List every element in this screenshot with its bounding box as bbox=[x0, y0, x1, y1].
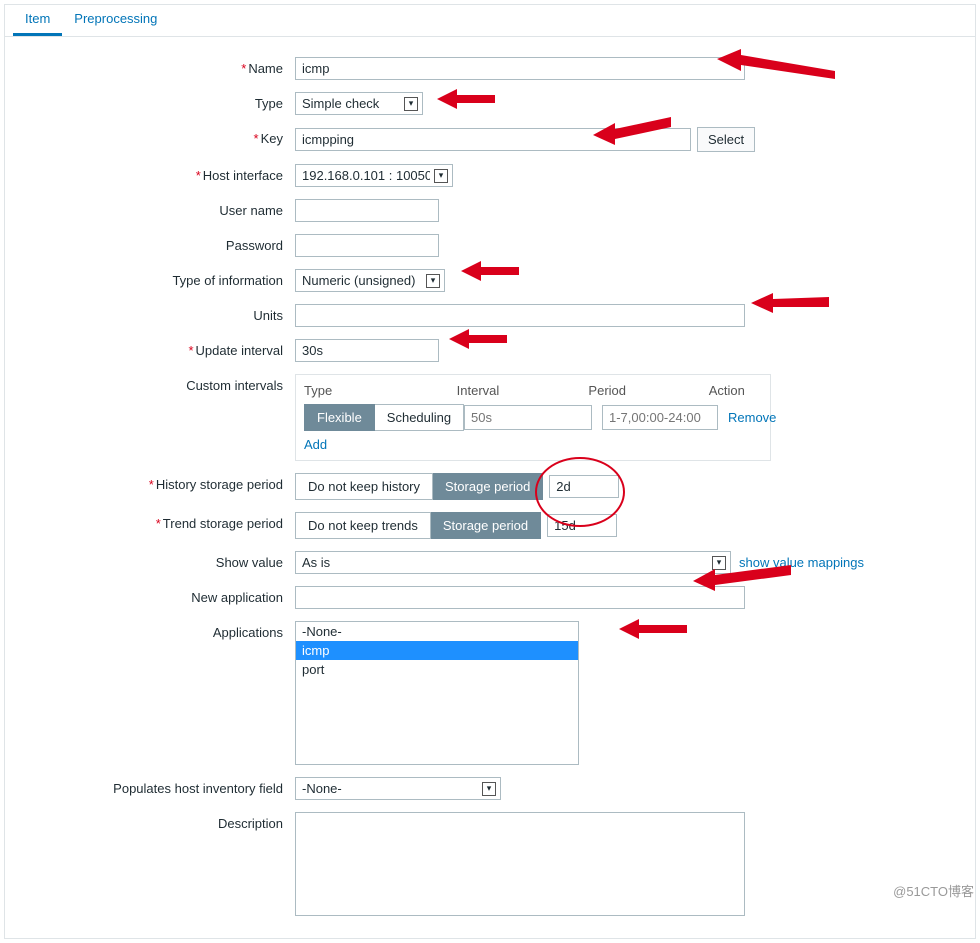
type-of-info-value: Numeric (unsigned) bbox=[302, 273, 422, 288]
ci-seg-flexible[interactable]: Flexible bbox=[304, 404, 375, 431]
tab-item[interactable]: Item bbox=[13, 3, 62, 36]
label-description: Description bbox=[15, 812, 295, 831]
ci-header-period: Period bbox=[588, 383, 698, 398]
label-user-name: User name bbox=[15, 199, 295, 218]
inventory-select[interactable]: -None- ▾ bbox=[295, 777, 501, 800]
ci-header-type: Type bbox=[304, 383, 447, 398]
label-new-application: New application bbox=[15, 586, 295, 605]
label-custom-intervals: Custom intervals bbox=[15, 374, 295, 393]
history-seg-storage[interactable]: Storage period bbox=[433, 473, 543, 500]
label-type-of-info: Type of information bbox=[15, 269, 295, 288]
item-form: *Name Type Simple check ▾ *Key Select bbox=[5, 37, 975, 938]
trend-value-input[interactable] bbox=[547, 514, 617, 537]
label-history-storage: *History storage period bbox=[15, 473, 295, 492]
password-input[interactable] bbox=[295, 234, 439, 257]
history-seg-donotkeep[interactable]: Do not keep history bbox=[295, 473, 433, 500]
label-update-interval: *Update interval bbox=[15, 339, 295, 358]
units-input[interactable] bbox=[295, 304, 745, 327]
label-trend-storage: *Trend storage period bbox=[15, 512, 295, 531]
applications-item[interactable]: -None- bbox=[296, 622, 578, 641]
label-inventory: Populates host inventory field bbox=[15, 777, 295, 796]
description-textarea[interactable] bbox=[295, 812, 745, 916]
trend-seg-storage[interactable]: Storage period bbox=[431, 512, 541, 539]
trend-segments: Do not keep trends Storage period bbox=[295, 512, 541, 539]
show-value-select[interactable]: As is ▾ bbox=[295, 551, 731, 574]
chevron-down-icon: ▾ bbox=[404, 97, 418, 111]
type-select-value: Simple check bbox=[302, 96, 400, 111]
ci-remove-link[interactable]: Remove bbox=[728, 410, 776, 425]
chevron-down-icon: ▾ bbox=[482, 782, 496, 796]
ci-header-interval: Interval bbox=[457, 383, 579, 398]
key-input[interactable] bbox=[295, 128, 691, 151]
chevron-down-icon: ▾ bbox=[712, 556, 726, 570]
label-name: *Name bbox=[15, 57, 295, 76]
label-host-interface: *Host interface bbox=[15, 164, 295, 183]
host-interface-value: 192.168.0.101 : 10050 bbox=[302, 168, 430, 183]
ci-interval-input[interactable] bbox=[464, 405, 592, 430]
type-select[interactable]: Simple check ▾ bbox=[295, 92, 423, 115]
label-units: Units bbox=[15, 304, 295, 323]
custom-intervals-box: Type Interval Period Action Flexible Sch… bbox=[295, 374, 771, 461]
user-name-input[interactable] bbox=[295, 199, 439, 222]
show-value-mappings-link[interactable]: show value mappings bbox=[739, 555, 864, 570]
chevron-down-icon: ▾ bbox=[426, 274, 440, 288]
label-applications: Applications bbox=[15, 621, 295, 640]
label-type: Type bbox=[15, 92, 295, 111]
show-value-value: As is bbox=[302, 555, 708, 570]
applications-item[interactable]: port bbox=[296, 660, 578, 679]
key-select-button[interactable]: Select bbox=[697, 127, 755, 152]
history-value-input[interactable] bbox=[549, 475, 619, 498]
host-interface-select[interactable]: 192.168.0.101 : 10050 ▾ bbox=[295, 164, 453, 187]
new-application-input[interactable] bbox=[295, 586, 745, 609]
applications-list[interactable]: -None-icmpport bbox=[295, 621, 579, 765]
tab-preprocessing[interactable]: Preprocessing bbox=[62, 3, 169, 36]
ci-seg-scheduling[interactable]: Scheduling bbox=[375, 404, 464, 431]
ci-header-action: Action bbox=[709, 383, 762, 398]
ci-type-segments: Flexible Scheduling bbox=[304, 404, 464, 431]
history-segments: Do not keep history Storage period bbox=[295, 473, 543, 500]
ci-add-link[interactable]: Add bbox=[304, 437, 327, 452]
tabs: Item Preprocessing bbox=[5, 5, 975, 37]
applications-item[interactable]: icmp bbox=[296, 641, 578, 660]
ci-period-input[interactable] bbox=[602, 405, 718, 430]
label-key: *Key bbox=[15, 127, 295, 146]
name-input[interactable] bbox=[295, 57, 745, 80]
update-interval-input[interactable] bbox=[295, 339, 439, 362]
inventory-value: -None- bbox=[302, 781, 478, 796]
type-of-info-select[interactable]: Numeric (unsigned) ▾ bbox=[295, 269, 445, 292]
label-password: Password bbox=[15, 234, 295, 253]
label-show-value: Show value bbox=[15, 551, 295, 570]
chevron-down-icon: ▾ bbox=[434, 169, 448, 183]
trend-seg-donotkeep[interactable]: Do not keep trends bbox=[295, 512, 431, 539]
